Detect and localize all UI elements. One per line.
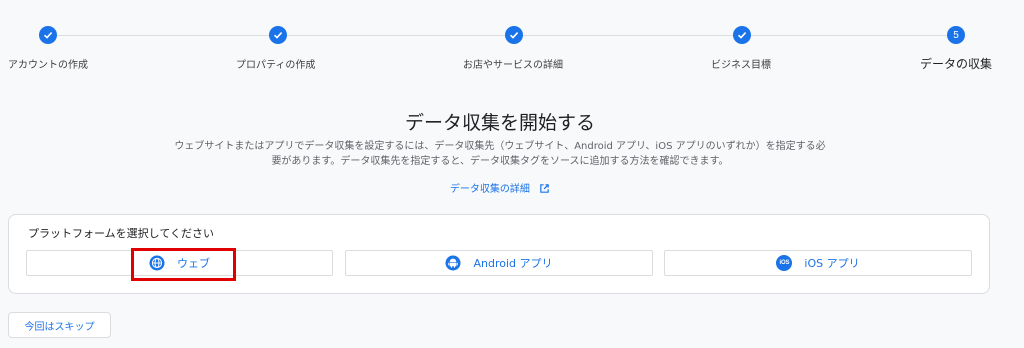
stepper: 5 アカウントの作成 プロパティの作成 お店やサービスの詳細 ビジネス目標 デー… <box>0 0 1024 80</box>
android-platform-label: Android アプリ <box>473 257 553 270</box>
step-label-business-goals: ビジネス目標 <box>711 60 771 71</box>
step-label-data-collection: データの収集 <box>920 57 993 71</box>
step-2-check-icon <box>269 26 287 44</box>
step-label-property: プロパティの作成 <box>236 60 316 71</box>
android-platform-button[interactable]: Android アプリ <box>345 250 653 276</box>
ios-icon: iOS <box>776 255 793 271</box>
step-connector <box>287 35 505 36</box>
external-link-icon <box>540 184 549 193</box>
page-title: データ収集を開始する <box>404 112 595 134</box>
step-connector <box>57 35 270 36</box>
learn-more-label: データ収集の詳細 <box>449 184 530 195</box>
ios-badge-text: iOS <box>776 255 793 271</box>
step-label-account: アカウントの作成 <box>8 60 88 71</box>
step-1-check-icon <box>39 26 57 44</box>
step-5-number: 5 <box>947 26 965 44</box>
ios-platform-button[interactable]: iOS iOS アプリ <box>664 250 972 276</box>
step-label-business-details: お店やサービスの詳細 <box>463 60 563 71</box>
ios-platform-label: iOS アプリ <box>804 257 860 270</box>
step-connector <box>523 35 733 36</box>
page-description: ウェブサイトまたはアプリでデータ収集を設定するには、データ収集先（ウェブサイト、… <box>174 141 826 167</box>
step-connector <box>751 35 947 36</box>
web-button-highlight <box>131 248 236 281</box>
android-icon <box>445 255 461 271</box>
step-4-check-icon <box>733 26 751 44</box>
platform-heading: プラットフォームを選択してください <box>28 227 215 240</box>
step-3-check-icon <box>505 26 523 44</box>
learn-more-link[interactable]: データ収集の詳細 <box>0 180 1000 195</box>
skip-button[interactable]: 今回はスキップ <box>8 312 111 338</box>
